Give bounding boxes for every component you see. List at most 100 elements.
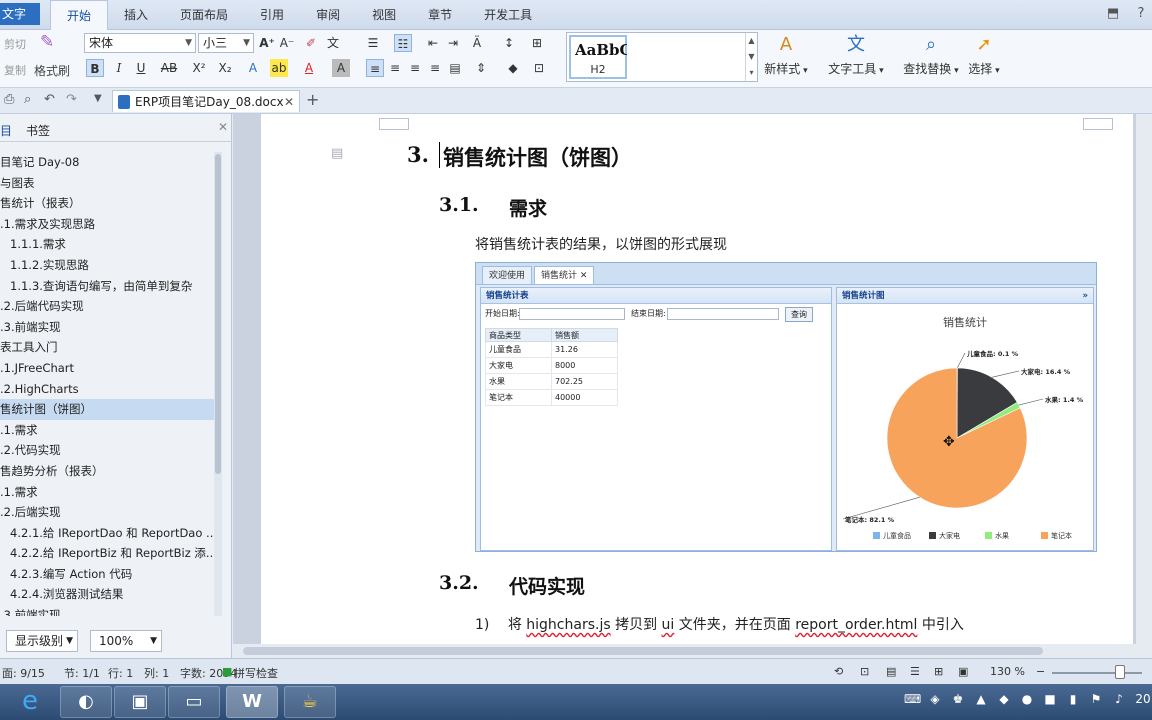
outline-item[interactable]: .3.前端实现 [0, 317, 214, 338]
style-card-h2[interactable]: AaBbC H2 [569, 35, 627, 79]
flag-icon[interactable]: ⚑ [1088, 692, 1104, 706]
print-preview-icon[interactable]: ⌕ [24, 92, 31, 107]
outline-item[interactable]: 1.1.2.实现思路 [0, 255, 214, 276]
virtualbox-icon[interactable]: ▣ [114, 686, 166, 718]
tray-app-icon-2[interactable]: ♚ [950, 692, 966, 706]
outline-item[interactable]: .1.JFreeChart [0, 358, 214, 379]
help-icon[interactable]: ? [1130, 4, 1152, 24]
outline-item[interactable]: .2.HighCharts [0, 379, 214, 400]
wps-writer-icon[interactable]: W [226, 686, 278, 718]
table-icon[interactable]: ⊞ [528, 34, 546, 52]
paragraph-handle-icon[interactable]: ▤ [331, 146, 343, 161]
tab-references[interactable]: 引用 [244, 0, 300, 30]
outline-item[interactable]: 表工具入门 [0, 337, 214, 358]
outline-item[interactable]: .3.前端实现 [0, 605, 214, 616]
italic-button[interactable]: I [110, 59, 128, 77]
subscript-button[interactable]: X₂ [216, 59, 234, 77]
print-icon[interactable]: ⎙ [4, 92, 14, 107]
increase-indent-icon[interactable]: ⇥ [444, 34, 462, 52]
phonetic-guide-icon[interactable]: 文 [324, 34, 342, 52]
outline-item[interactable]: 4.2.2.给 IReportBiz 和 ReportBiz 添... [0, 543, 214, 564]
ie-icon[interactable]: e [4, 686, 56, 718]
tab-review[interactable]: 审阅 [300, 0, 356, 30]
highlight-icon[interactable]: ab [270, 59, 288, 77]
underline-button[interactable]: U [132, 59, 150, 77]
shading-icon[interactable]: ◆ [504, 59, 522, 77]
align-right-icon[interactable]: ≡ [406, 59, 424, 77]
paragraph-spacing-icon[interactable]: ⇕ [472, 59, 490, 77]
network-icon[interactable]: ▮ [1065, 692, 1081, 706]
volume-icon[interactable]: ♪ [1111, 692, 1127, 706]
outline-item[interactable]: .1.需求及实现思路 [0, 214, 214, 235]
outline-item[interactable]: .1.需求 [0, 420, 214, 441]
outline-level-select[interactable]: 显示级别 ▼ [6, 630, 78, 652]
outline-item[interactable]: 1.1.1.需求 [0, 234, 214, 255]
history-icon[interactable]: ⟲ [834, 665, 843, 678]
app-menu-button[interactable]: 文字 [0, 3, 40, 25]
zoom-slider-track[interactable] [1052, 672, 1142, 674]
font-color-icon[interactable]: A [300, 59, 318, 77]
tab-outline[interactable]: 目 [0, 122, 12, 139]
outline-item[interactable]: 4.2.4.浏览器测试结果 [0, 584, 214, 605]
bold-button[interactable]: B [86, 59, 104, 77]
clock[interactable]: 20 [1134, 692, 1152, 706]
outline-item[interactable]: 1.1.3.查询语句编写，由简单到复杂 [0, 276, 214, 297]
tab-view[interactable]: 视图 [356, 0, 412, 30]
restore-ribbon-icon[interactable]: ⬒ [1102, 4, 1124, 24]
fullscreen-icon[interactable]: ⊡ [860, 665, 869, 678]
horizontal-scrollbar[interactable] [233, 644, 1152, 658]
undo-icon[interactable]: ↶ [44, 92, 55, 107]
document-page[interactable]: ▤ 3. 销售统计图（饼图） 3.1. 需求 将销售统计表的结果，以饼图的形式展… [261, 114, 1133, 644]
spell-check-icon[interactable]: ■ [222, 665, 232, 678]
select-button[interactable]: ➚ 选择 ▾ [966, 34, 1002, 77]
font-size-select[interactable]: 小三 ▼ [198, 33, 254, 53]
reading-view-icon[interactable]: ▣ [958, 665, 968, 678]
char-shading-icon[interactable]: A [332, 59, 350, 77]
format-painter-label[interactable]: 格式刷 [34, 62, 70, 79]
close-pane-icon[interactable]: ✕ [218, 120, 228, 134]
format-painter-icon[interactable]: ✎ [40, 32, 60, 54]
outline-item[interactable]: 4.2.3.编写 Action 代码 [0, 564, 214, 585]
outline-zoom-select[interactable]: 100% ▼ [90, 630, 162, 652]
style-gallery[interactable]: AaBbC H2 ▲ ▼ ▾ [566, 32, 758, 82]
web-view-icon[interactable]: ⊞ [934, 665, 943, 678]
align-center-icon[interactable]: ≡ [386, 59, 404, 77]
decrease-indent-icon[interactable]: ⇤ [424, 34, 442, 52]
vertical-scrollbar[interactable] [1136, 114, 1152, 644]
tab-page-layout[interactable]: 页面布局 [164, 0, 244, 30]
justify-icon[interactable]: ≡ [426, 59, 444, 77]
status-spell[interactable]: 拼写检查 [234, 665, 278, 681]
tab-developer[interactable]: 开发工具 [468, 0, 548, 30]
tray-app-icon-3[interactable]: ▲ [973, 692, 989, 706]
tray-app-icon-1[interactable]: ◈ [927, 692, 943, 706]
outline-item[interactable]: .2.代码实现 [0, 440, 214, 461]
text-effect-icon[interactable]: A [244, 59, 262, 77]
outline-item[interactable]: 售趋势分析（报表） [0, 461, 214, 482]
copy-button[interactable]: 复制 [4, 62, 26, 78]
tab-insert[interactable]: 插入 [108, 0, 164, 30]
outline-item[interactable]: 售统计（报表） [0, 193, 214, 214]
grow-font-icon[interactable]: A⁺ [258, 34, 276, 52]
strikethrough-button[interactable]: AB [160, 59, 178, 77]
hscroll-thumb[interactable] [243, 647, 1043, 655]
nav-scroll-thumb[interactable] [215, 154, 221, 474]
shrink-font-icon[interactable]: A⁻ [278, 34, 296, 52]
gallery-scroll[interactable]: ▲ ▼ ▾ [745, 33, 757, 81]
cut-button[interactable]: 剪切 [4, 36, 26, 52]
outline-item[interactable]: .2.后端实现 [0, 502, 214, 523]
zoom-slider-knob[interactable] [1115, 665, 1125, 679]
outline-item[interactable]: 目笔记 Day-08 [0, 152, 214, 173]
new-style-button[interactable]: A 新样式 ▾ [764, 34, 808, 77]
align-left-icon[interactable]: ≡ [366, 59, 384, 77]
outline-item[interactable]: 与图表 [0, 173, 214, 194]
java-app-icon[interactable]: ☕ [284, 686, 336, 718]
numbered-list-icon[interactable]: ☷ [394, 34, 412, 52]
document-tab[interactable]: ERP项目笔记Day_08.docx ✕ [112, 90, 300, 112]
nav-scrollbar[interactable] [214, 152, 222, 616]
text-tools-button[interactable]: 文文字工具 ▾ [828, 34, 884, 77]
page-view-icon[interactable]: ▤ [886, 665, 896, 678]
tab-home[interactable]: 开始 [50, 0, 109, 31]
eclipse-icon[interactable]: ◐ [60, 686, 112, 718]
tab-section[interactable]: 章节 [412, 0, 468, 30]
outline-item[interactable]: 4.2.1.给 IReportDao 和 ReportDao ... [0, 523, 214, 544]
